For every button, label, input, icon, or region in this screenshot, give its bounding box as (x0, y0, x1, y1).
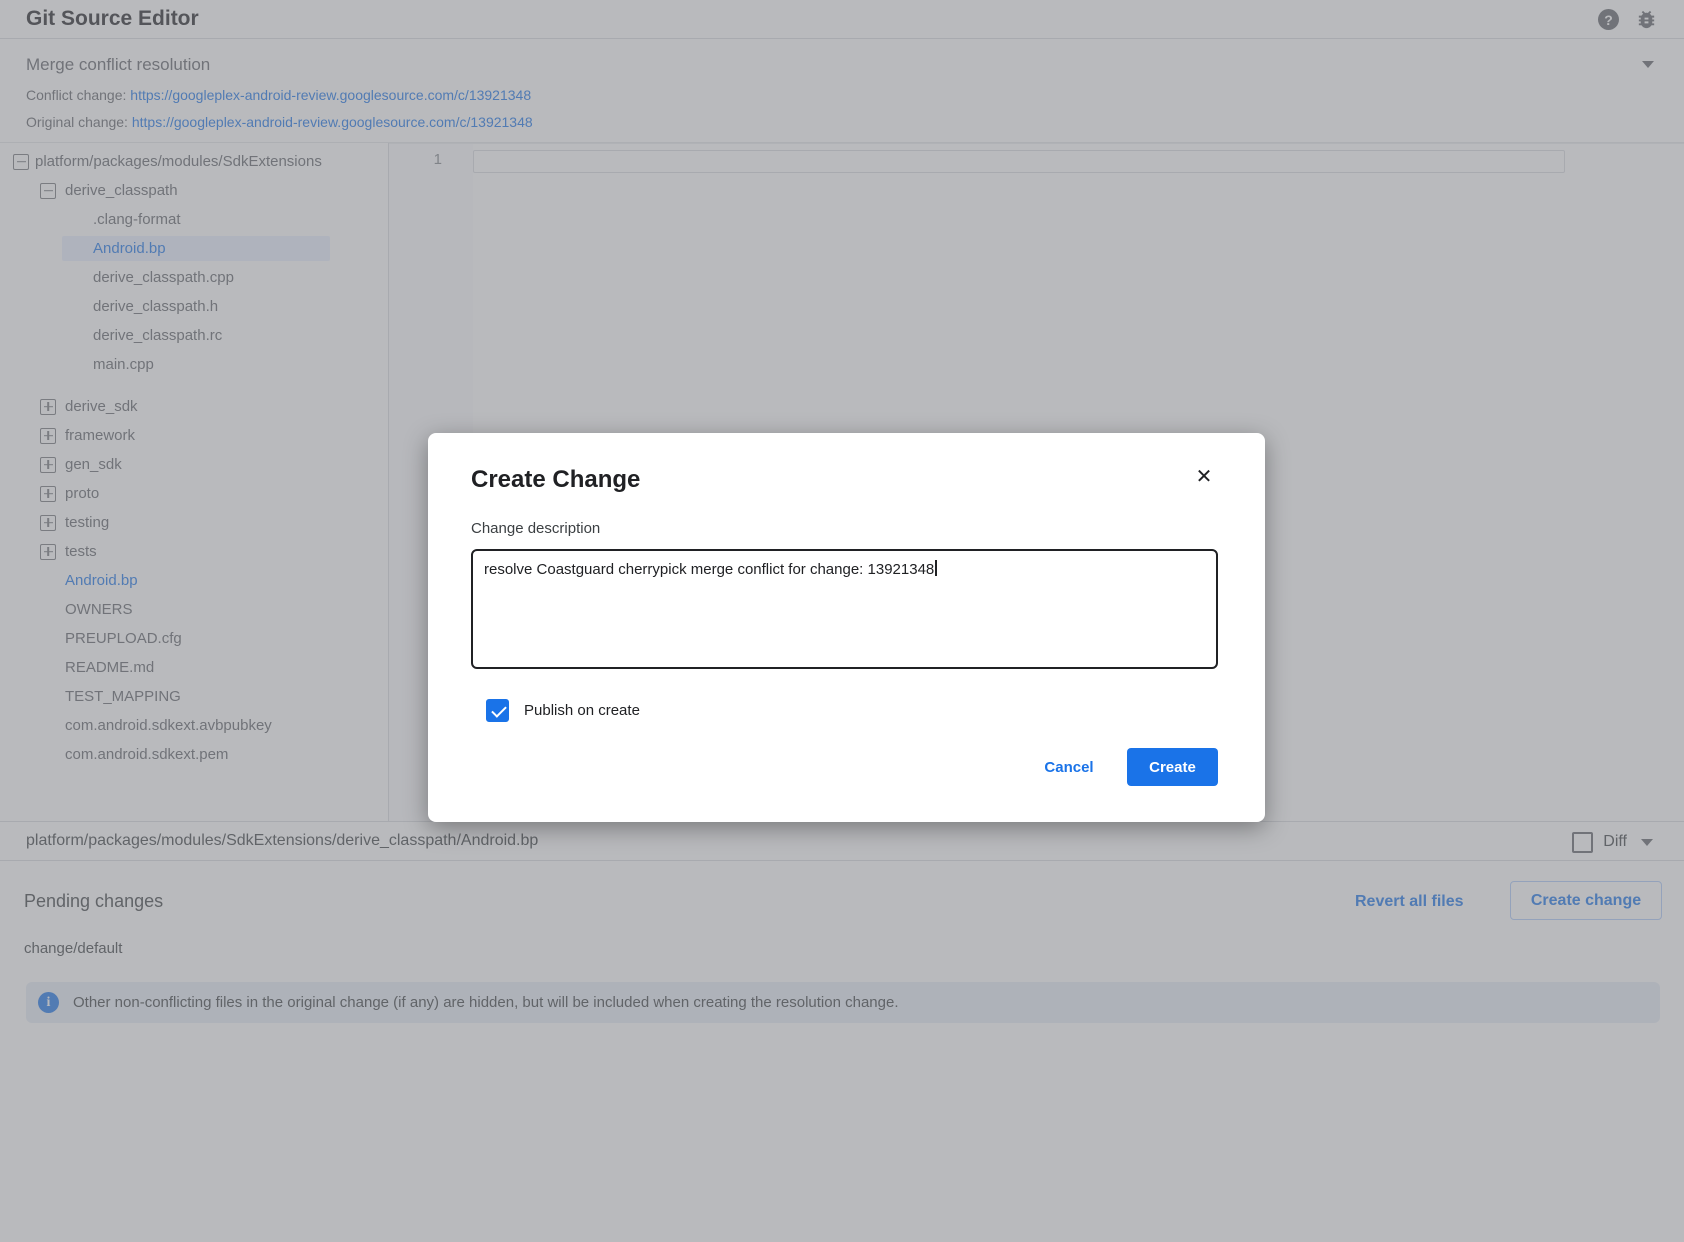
dialog-title: Create Change (471, 466, 640, 494)
git-source-editor-app: Git Source Editor ? Merge conflict resol… (0, 0, 1684, 1242)
cancel-button[interactable]: Cancel (1028, 751, 1110, 783)
create-change-dialog: Create Change ✕ Change description resol… (428, 433, 1265, 822)
publish-checkbox[interactable] (486, 699, 509, 722)
publish-on-create-row[interactable]: Publish on create (486, 699, 640, 722)
create-button[interactable]: Create (1127, 748, 1218, 786)
text-cursor (935, 560, 937, 576)
publish-checkbox-label: Publish on create (524, 702, 640, 719)
change-description-input[interactable]: resolve Coastguard cherrypick merge conf… (471, 549, 1218, 669)
close-icon[interactable]: ✕ (1186, 458, 1222, 494)
change-description-label: Change description (471, 520, 600, 537)
change-description-value: resolve Coastguard cherrypick merge conf… (484, 561, 934, 578)
